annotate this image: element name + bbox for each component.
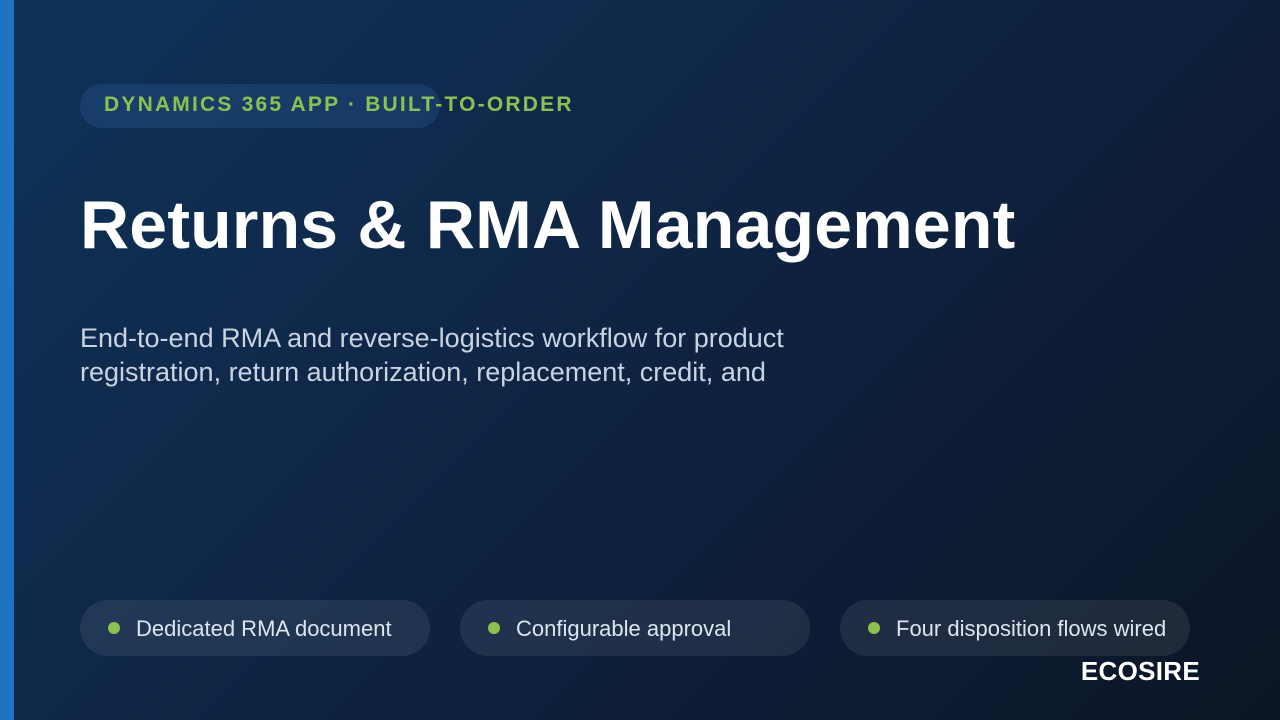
feature-pill-approval: Configurable approval <box>460 600 810 656</box>
bullet-dot-icon <box>868 622 880 634</box>
brand-logo-text: ECOSIRE <box>1080 656 1200 686</box>
feature-pill-disposition-flows: Four disposition flows wired <box>840 600 1190 656</box>
feature-pill-rma-document: Dedicated RMA document <box>80 600 430 656</box>
bullet-dot-icon <box>488 622 500 634</box>
feature-label: Four disposition flows wired <box>896 616 1167 641</box>
page-title: Returns & RMA Management <box>80 187 1016 263</box>
left-accent-bar <box>0 0 14 720</box>
description: End-to-end RMA and reverse-logistics wor… <box>80 321 840 389</box>
feature-label: Configurable approval <box>516 616 732 641</box>
category-tag-text: DYNAMICS 365 APP · BUILT-TO-ORDER <box>104 93 574 116</box>
description-line-1: End-to-end RMA and reverse-logistics wor… <box>80 323 784 353</box>
bullet-dot-icon <box>108 622 120 634</box>
description-line-2: registration, return authorization, repl… <box>80 357 766 387</box>
feature-label: Dedicated RMA document <box>136 616 392 641</box>
